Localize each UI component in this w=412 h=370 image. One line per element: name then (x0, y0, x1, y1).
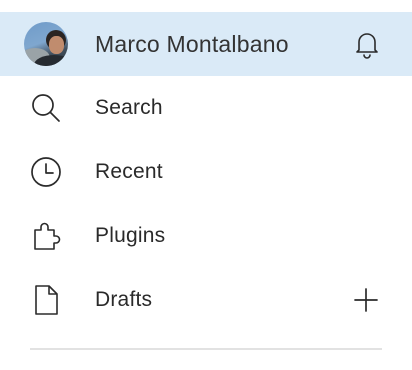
sidebar-item-label: Drafts (95, 288, 153, 311)
sidebar-nav: Marco Montalbano Search Recent Plugins D… (0, 0, 412, 370)
sidebar-item-label: Recent (95, 160, 163, 183)
file-icon (28, 282, 64, 318)
divider (30, 348, 382, 350)
clock-icon (28, 154, 64, 190)
user-name: Marco Montalbano (95, 30, 289, 57)
add-draft-button[interactable] (352, 286, 380, 314)
sidebar-item-label: Search (95, 96, 163, 119)
sidebar-item-label: Plugins (95, 224, 166, 247)
sidebar-item-plugins[interactable]: Plugins (0, 204, 412, 268)
sidebar-item-recent[interactable]: Recent (0, 140, 412, 204)
bell-icon[interactable] (350, 27, 384, 61)
search-icon (28, 90, 64, 126)
plus-icon (354, 288, 378, 312)
sidebar-item-drafts[interactable]: Drafts (0, 268, 412, 332)
avatar[interactable] (24, 22, 68, 66)
puzzle-icon (28, 218, 64, 254)
user-profile-row[interactable]: Marco Montalbano (0, 12, 412, 76)
sidebar-item-search[interactable]: Search (0, 76, 412, 140)
